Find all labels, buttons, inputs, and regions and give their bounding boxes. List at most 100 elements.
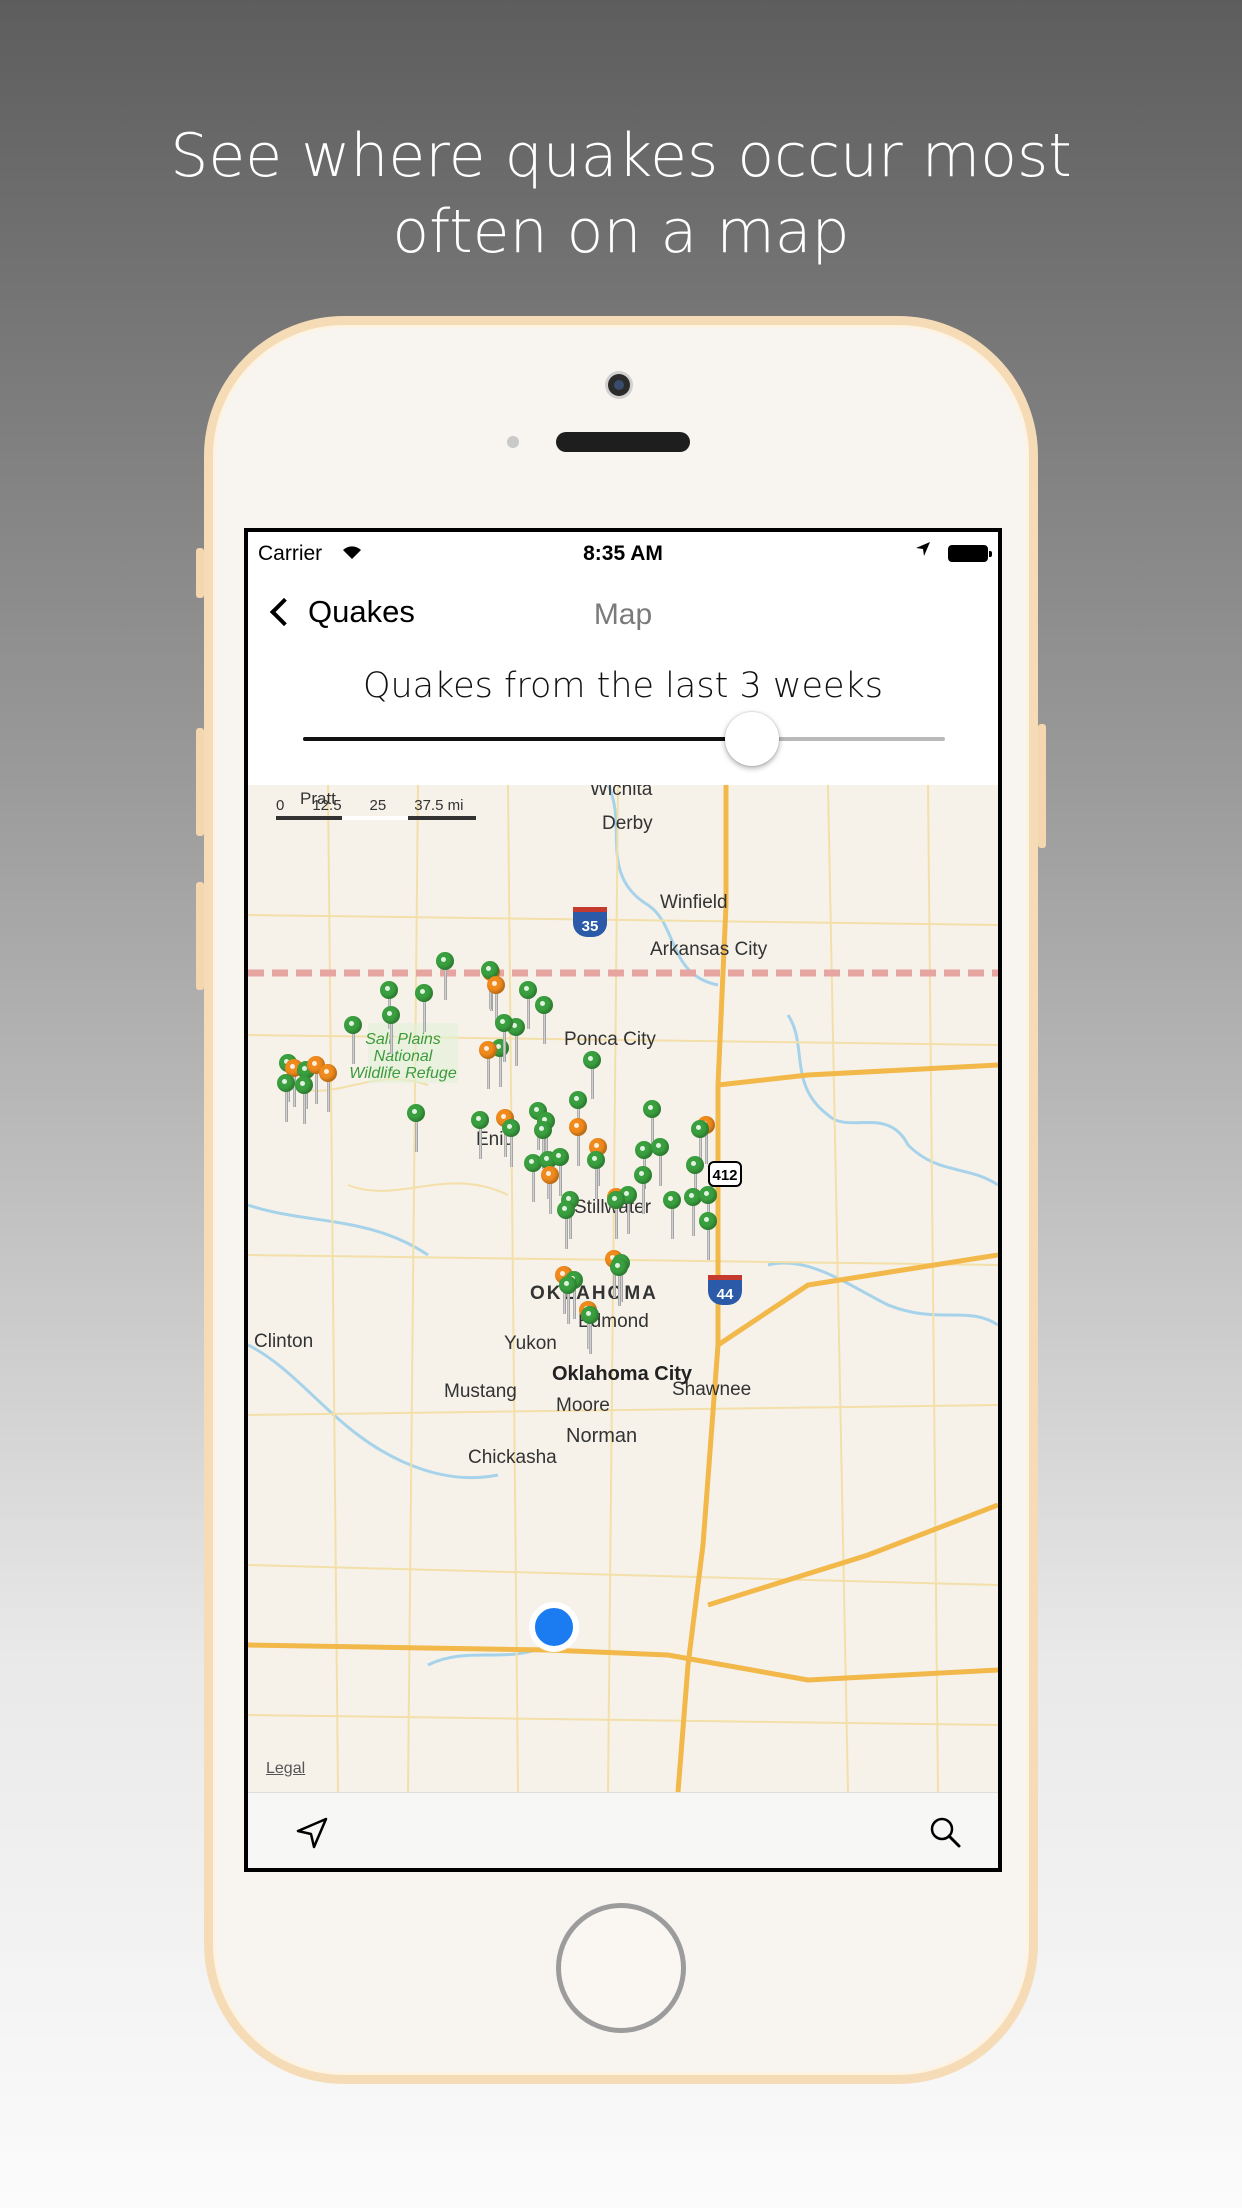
pin-head — [551, 1148, 569, 1166]
pin-highlight — [588, 1056, 593, 1061]
pin-head — [686, 1156, 704, 1174]
pin-head — [581, 1306, 599, 1324]
pin-highlight — [540, 1001, 545, 1006]
pin-head — [663, 1191, 681, 1209]
pin-head — [535, 996, 553, 1014]
pin-head — [382, 1006, 400, 1024]
pin-highlight — [648, 1105, 653, 1110]
power-button — [1038, 724, 1046, 848]
pin-head — [610, 1258, 628, 1276]
pin-highlight — [486, 966, 491, 971]
city-label: Norman — [566, 1425, 638, 1447]
quake-pin[interactable] — [610, 1258, 628, 1308]
volume-down-button — [196, 882, 204, 990]
quake-pin[interactable] — [382, 1006, 400, 1056]
time-range-label: Quakes from the last 3 weeks — [362, 666, 884, 706]
city-label: Moore — [556, 1395, 610, 1416]
headline-line-2: often on a map — [392, 197, 850, 267]
pin-highlight — [546, 1171, 551, 1176]
pin-head — [380, 981, 398, 999]
pin-highlight — [385, 986, 390, 991]
slider-thumb[interactable] — [725, 712, 780, 766]
pin-highlight — [312, 1061, 317, 1066]
location-arrow-icon[interactable] — [294, 1815, 330, 1856]
pin-highlight — [586, 1311, 591, 1316]
city-label: Yukon — [504, 1333, 557, 1354]
quake-pin[interactable] — [663, 1191, 681, 1241]
pin-highlight — [544, 1156, 549, 1161]
pin-head — [534, 1121, 552, 1139]
quake-pin[interactable] — [319, 1064, 337, 1114]
quake-pin[interactable] — [407, 1104, 425, 1154]
city-label: Clinton — [254, 1331, 314, 1352]
battery-icon — [948, 545, 992, 562]
quake-pin[interactable] — [557, 1201, 575, 1251]
quake-pin[interactable] — [344, 1016, 362, 1066]
home-button[interactable] — [556, 1903, 686, 2033]
pin-head — [634, 1166, 652, 1184]
phone-screen: Carrier 8:35 AM Quakes Map Quakes from t… — [244, 528, 1002, 1872]
city-label: Arkansas City — [650, 939, 768, 960]
quake-pin[interactable] — [651, 1138, 669, 1188]
pin-head — [295, 1076, 313, 1094]
pin-head — [699, 1186, 717, 1204]
pin-highlight — [574, 1096, 579, 1101]
status-time: 8:35 AM — [583, 542, 663, 565]
quake-pin[interactable] — [569, 1118, 587, 1168]
front-camera — [608, 374, 630, 396]
pin-highlight — [564, 1281, 569, 1286]
legal-link[interactable]: Legal — [266, 1760, 305, 1778]
city-label: Winfield — [660, 892, 728, 913]
city-label: Shawnee — [672, 1379, 752, 1400]
pin-highlight — [615, 1263, 620, 1268]
pin-highlight — [484, 1046, 489, 1051]
nav-title: Map — [593, 598, 653, 631]
quake-pin[interactable] — [471, 1111, 489, 1161]
pin-highlight — [476, 1116, 481, 1121]
quake-pin[interactable] — [502, 1119, 520, 1169]
interstate-shield: 44 — [708, 1275, 742, 1305]
slider-fill — [303, 737, 753, 741]
pin-head — [569, 1118, 587, 1136]
pin-head — [587, 1151, 605, 1169]
map-scale-bar: 0 12.5 25 37.5 mi — [276, 797, 476, 820]
quake-pin[interactable] — [581, 1306, 599, 1356]
quake-pin[interactable] — [415, 984, 433, 1034]
map-view[interactable]: Wichita Derby Winfield Arkansas City Pra… — [248, 785, 998, 1792]
pin-head — [651, 1138, 669, 1156]
pin-head — [557, 1201, 575, 1219]
pin-head — [559, 1276, 577, 1294]
city-label: Mustang — [444, 1381, 517, 1402]
quake-pin[interactable] — [559, 1276, 577, 1326]
time-range-slider[interactable] — [303, 712, 945, 766]
pin-head — [277, 1074, 295, 1092]
pin-highlight — [492, 981, 497, 986]
pin-head — [415, 984, 433, 1002]
search-icon[interactable] — [928, 1815, 962, 1854]
pin-highlight — [689, 1193, 694, 1198]
pin-head — [487, 976, 505, 994]
quake-pin[interactable] — [295, 1076, 313, 1126]
pin-head — [407, 1104, 425, 1122]
pin-highlight — [668, 1196, 673, 1201]
pin-highlight — [556, 1153, 561, 1158]
pin-head — [471, 1111, 489, 1129]
pin-head — [541, 1166, 559, 1184]
pin-highlight — [412, 1109, 417, 1114]
pin-highlight — [524, 986, 529, 991]
pin-highlight — [529, 1159, 534, 1164]
pin-highlight — [704, 1191, 709, 1196]
pin-highlight — [282, 1079, 287, 1084]
quake-pin[interactable] — [277, 1074, 295, 1124]
pin-head — [502, 1119, 520, 1137]
pin-highlight — [300, 1081, 305, 1086]
quake-pin[interactable] — [436, 952, 454, 1002]
quake-pin[interactable] — [535, 996, 553, 1046]
quake-pin[interactable] — [699, 1212, 717, 1262]
quake-pin[interactable] — [607, 1191, 625, 1241]
quake-pin[interactable] — [587, 1151, 605, 1201]
quake-pin[interactable] — [495, 1014, 513, 1064]
pin-head — [436, 952, 454, 970]
pin-highlight — [592, 1156, 597, 1161]
city-label: Chickasha — [468, 1447, 557, 1468]
